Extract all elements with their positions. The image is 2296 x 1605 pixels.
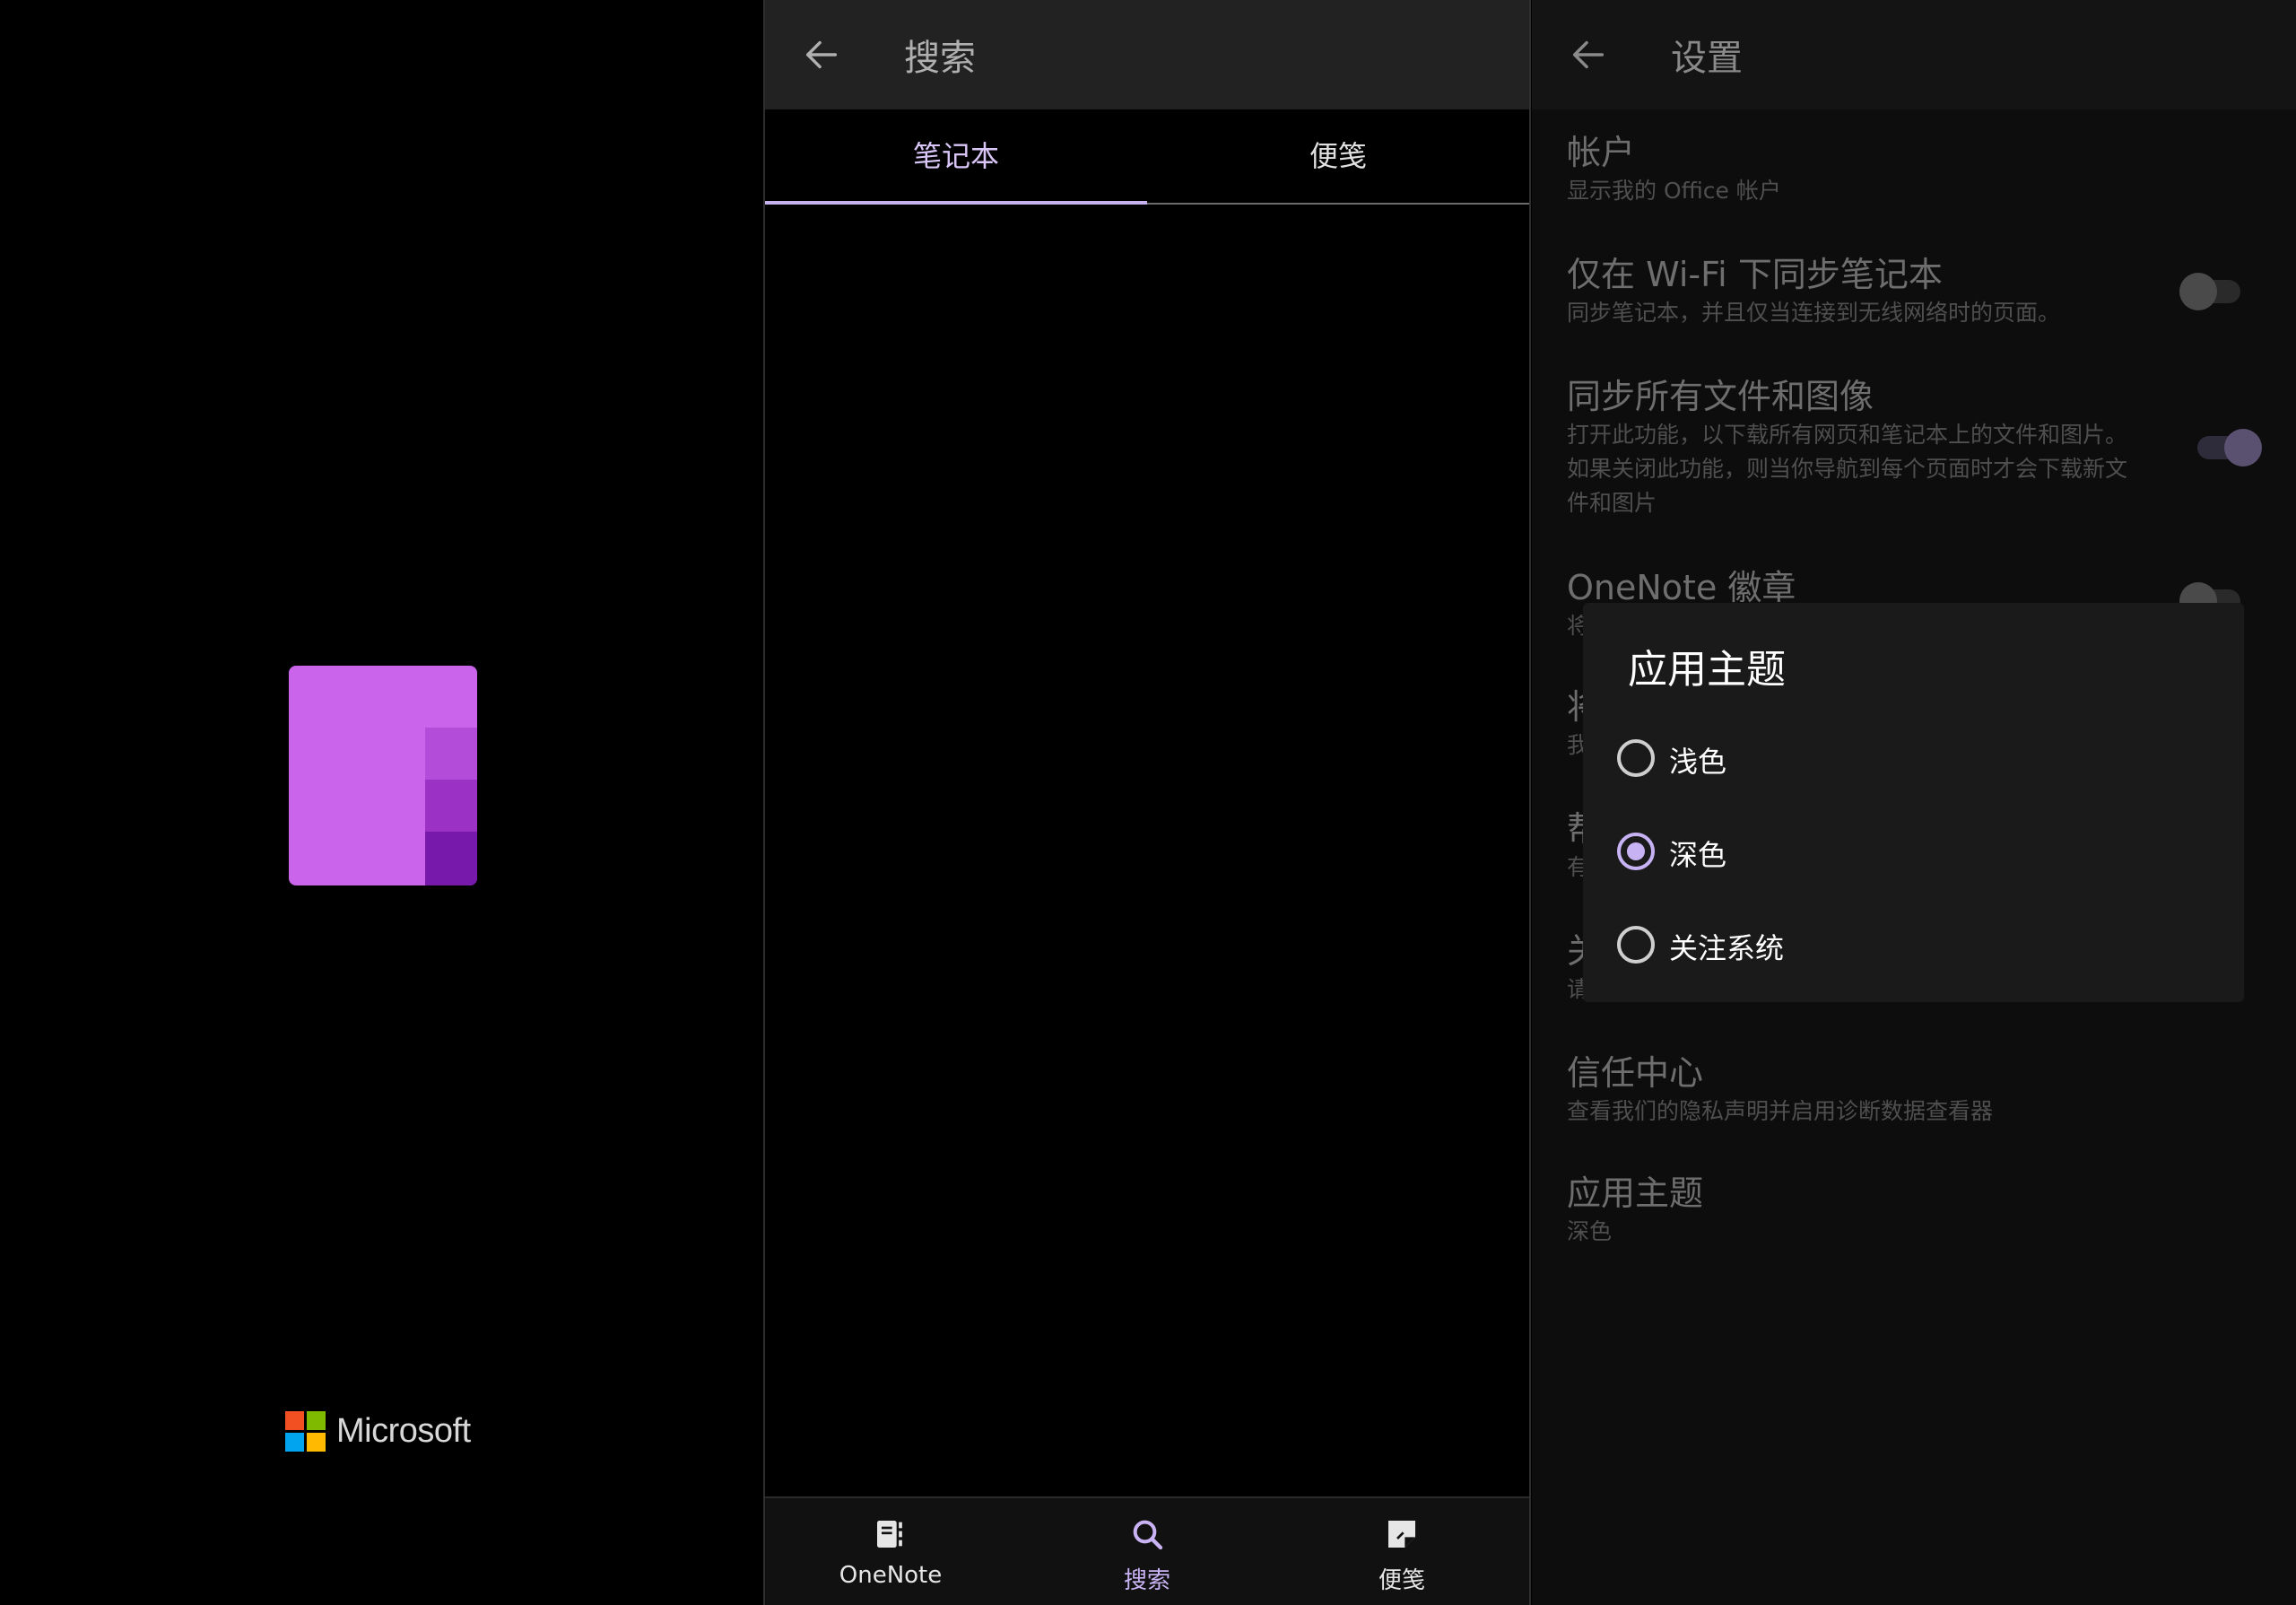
setting-title: 信任中心: [1567, 1053, 1704, 1093]
setting-title: 同步所有文件和图像: [1567, 377, 1874, 416]
logo-shade-2: [425, 780, 477, 832]
setting-desc: 查看我们的隐私声明并启用诊断数据查看器: [1567, 1098, 1994, 1124]
setting-wifi-sync[interactable]: 仅在 Wi-Fi 下同步笔记本 同步笔记本，并且仅当连接到无线网络时的页面。: [1567, 253, 2195, 330]
nav-label-sticky-notes: 便笺: [1378, 1567, 1425, 1594]
option-label: 浅色: [1669, 745, 1727, 779]
back-arrow-icon[interactable]: [1568, 34, 1609, 75]
setting-title: 应用主题: [1567, 1173, 1704, 1213]
splash-panel: Microsoft: [0, 0, 763, 1605]
settings-app-bar: 设置: [1532, 0, 2296, 109]
page-title: 设置: [1671, 38, 1743, 79]
notebook-icon: [877, 1521, 902, 1548]
setting-desc: 同步笔记本，并且仅当连接到无线网络时的页面。: [1567, 300, 2061, 326]
page-title: 搜索: [904, 38, 976, 79]
setting-title: 仅在 Wi-Fi 下同步笔记本: [1567, 255, 1943, 294]
onenote-logo: [289, 666, 477, 885]
tab-notebooks[interactable]: 笔记本: [765, 109, 1147, 203]
setting-title: 帐户: [1567, 133, 1636, 172]
setting-app-theme[interactable]: 应用主题 深色: [1567, 1172, 2195, 1249]
setting-account[interactable]: 帐户 显示我的 Office 帐户: [1567, 131, 2195, 208]
setting-trust-center[interactable]: 信任中心 查看我们的隐私声明并启用诊断数据查看器: [1567, 1051, 2195, 1129]
radio-button[interactable]: [1617, 739, 1655, 777]
radio-button-selected[interactable]: [1617, 833, 1655, 870]
search-panel: 搜索 笔记本 便笺 OneNote 搜索 便笺: [765, 0, 1529, 1605]
setting-desc: 显示我的 Office 帐户: [1567, 178, 1781, 204]
microsoft-logo-icon: [285, 1411, 326, 1452]
wifi-sync-toggle[interactable]: [2179, 273, 2240, 310]
setting-sync-all-files[interactable]: 同步所有文件和图像 打开此功能，以下载所有网页和笔记本上的文件和图片。如果关闭此…: [1567, 375, 2195, 520]
setting-desc: 深色: [1567, 1218, 1613, 1244]
sticky-note-icon: [1388, 1521, 1415, 1548]
microsoft-wordmark: Microsoft: [336, 1412, 471, 1450]
search-app-bar: 搜索: [765, 0, 1529, 109]
app-theme-dialog: 应用主题 浅色 深色 关注系统: [1583, 603, 2244, 1002]
tab-active-indicator: [765, 201, 1147, 205]
nav-item-onenote[interactable]: OneNote: [801, 1498, 980, 1605]
option-label: 深色: [1669, 838, 1727, 872]
search-icon: [1133, 1520, 1163, 1550]
back-arrow-icon[interactable]: [801, 34, 842, 75]
dialog-title: 应用主题: [1628, 647, 1786, 693]
bottom-navigation: OneNote 搜索 便笺: [765, 1496, 1529, 1605]
option-label: 关注系统: [1669, 931, 1785, 965]
setting-desc: 打开此功能，以下载所有网页和笔记本上的文件和图片。如果关闭此功能，则当你导航到每…: [1567, 422, 2128, 516]
logo-shade-1: [425, 728, 477, 780]
microsoft-brand: Microsoft: [285, 1411, 471, 1452]
nav-label-onenote: OneNote: [839, 1562, 943, 1589]
sync-all-files-toggle[interactable]: [2197, 429, 2262, 467]
radio-button[interactable]: [1617, 926, 1655, 964]
search-tabs: 笔记本 便笺: [765, 109, 1529, 205]
nav-item-sticky-notes[interactable]: 便笺: [1312, 1498, 1492, 1605]
logo-shade-3: [425, 832, 477, 885]
nav-label-search: 搜索: [1123, 1567, 1170, 1594]
tab-sticky-notes[interactable]: 便笺: [1147, 109, 1529, 203]
nav-item-search[interactable]: 搜索: [1057, 1498, 1237, 1605]
